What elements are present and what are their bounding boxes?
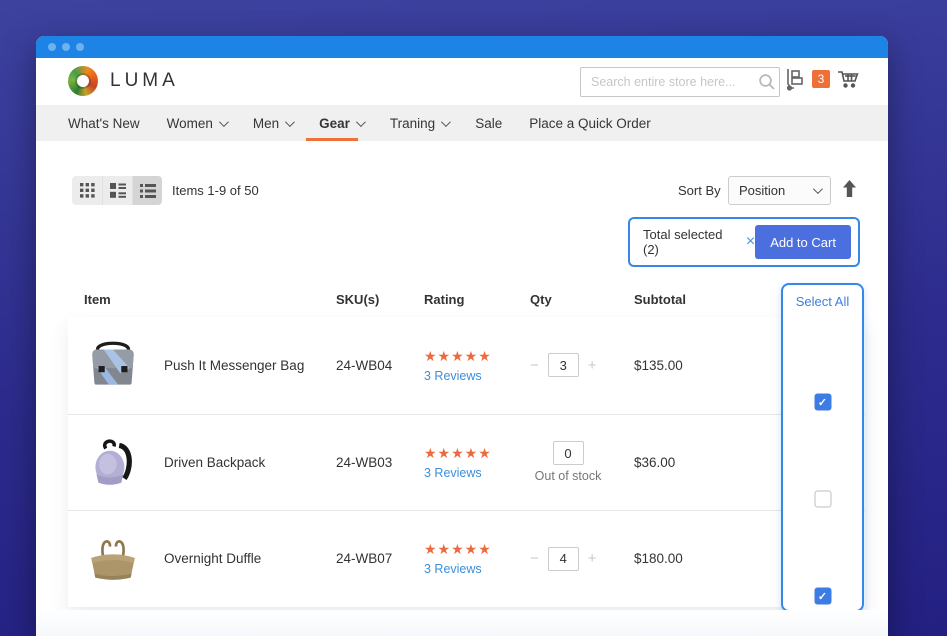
qty-input[interactable] [548, 353, 579, 377]
list-view-icon[interactable] [132, 176, 162, 205]
chevron-down-icon [219, 117, 229, 127]
nav-item-sale[interactable]: Sale [475, 116, 502, 131]
window-control-dot[interactable] [76, 43, 84, 51]
selection-bar: Total selected (2) × Add to Cart [628, 217, 860, 267]
reviews-link[interactable]: 3 Reviews [424, 562, 530, 576]
product-name[interactable]: Driven Backpack [164, 455, 336, 470]
star-rating-icon: ★★★★★ [424, 348, 492, 364]
sort-by-value: Position [739, 183, 785, 198]
chevron-down-icon [813, 184, 823, 194]
qty-stepper: Out of stock [530, 441, 634, 483]
product-name[interactable]: Overnight Duffle [164, 551, 336, 566]
clear-selection-icon[interactable]: × [746, 234, 755, 250]
subtotal-value: $135.00 [634, 358, 764, 373]
column-header-subtotal: Subtotal [634, 292, 764, 307]
row-checkbox[interactable] [814, 394, 831, 411]
grid-view-icon[interactable] [72, 176, 102, 205]
store-logo[interactable]: LUMA [68, 66, 179, 96]
sort-by-select[interactable]: Position [728, 176, 831, 205]
table-row: Driven Backpack 24-WB03 ★★★★★ 3 Reviews … [68, 414, 865, 511]
nav-item-men[interactable]: Men [253, 116, 292, 131]
subtotal-value: $180.00 [634, 551, 764, 566]
row-checkbox[interactable] [814, 588, 831, 605]
product-image-messenger-bag[interactable] [84, 336, 164, 394]
browser-window: LUMA 3 [36, 36, 888, 636]
main-navigation: What's New Women Men Gear Traning Sale P… [36, 105, 888, 141]
window-titlebar [36, 36, 888, 58]
column-header-qty: Qty [530, 292, 634, 307]
chevron-down-icon [356, 117, 366, 127]
listing-toolbar: Items 1-9 of 50 Sort By Position [36, 176, 888, 206]
table-row: Overnight Duffle 24-WB07 ★★★★★ 3 Reviews… [68, 510, 865, 607]
nav-item-traning[interactable]: Traning [390, 116, 448, 131]
logo-text: LUMA [110, 70, 179, 92]
nav-item-quick-order[interactable]: Place a Quick Order [529, 116, 651, 131]
product-image-duffle[interactable] [84, 530, 164, 588]
nav-item-whats-new[interactable]: What's New [68, 116, 140, 131]
table-header-row: Item SKU(s) Rating Qty Subtotal [68, 292, 865, 307]
product-sku: 24-WB07 [336, 551, 424, 566]
table-row: Push It Messenger Bag 24-WB04 ★★★★★ 3 Re… [68, 317, 865, 414]
product-table: Push It Messenger Bag 24-WB04 ★★★★★ 3 Re… [68, 317, 865, 607]
qty-stepper: − + [530, 353, 634, 377]
total-selected-label: Total selected (2) [643, 227, 741, 257]
product-rating: ★★★★★ 3 Reviews [424, 348, 530, 383]
qty-increment-button[interactable]: + [588, 550, 597, 567]
window-control-dot[interactable] [48, 43, 56, 51]
column-header-item: Item [84, 292, 164, 307]
site-header: LUMA 3 [36, 58, 888, 105]
qty-increment-button[interactable]: + [588, 357, 597, 374]
column-header-sku: SKU(s) [336, 292, 424, 307]
sort-direction-asc-icon[interactable] [842, 180, 857, 198]
luma-logo-icon [68, 66, 98, 96]
items-count: Items 1-9 of 50 [172, 183, 259, 198]
search-input[interactable] [581, 75, 758, 89]
cart-count-badge: 3 [812, 70, 830, 88]
page-bottom [36, 610, 888, 636]
reviews-link[interactable]: 3 Reviews [424, 369, 530, 383]
star-rating-icon: ★★★★★ [424, 541, 492, 557]
qty-input[interactable] [553, 441, 584, 465]
row-checkbox[interactable] [814, 491, 831, 508]
qty-stepper: − + [530, 547, 634, 571]
sort-by-label: Sort By [678, 183, 721, 198]
search-icon[interactable] [758, 73, 776, 91]
add-to-cart-button[interactable]: Add to Cart [755, 225, 851, 259]
window-control-dot[interactable] [62, 43, 70, 51]
view-mode-switcher [72, 176, 162, 205]
product-image-backpack[interactable] [84, 433, 164, 491]
chevron-down-icon [285, 117, 295, 127]
subtotal-value: $36.00 [634, 455, 764, 470]
column-header-rating: Rating [424, 292, 530, 307]
search-box [580, 67, 780, 97]
quick-order-icon[interactable] [784, 67, 806, 91]
active-tab-underline [306, 138, 358, 141]
reviews-link[interactable]: 3 Reviews [424, 466, 530, 480]
stock-status: Out of stock [535, 469, 602, 483]
product-sku: 24-WB03 [336, 455, 424, 470]
nav-item-women[interactable]: Women [167, 116, 226, 131]
grid-list-view-icon[interactable] [102, 176, 132, 205]
qty-decrement-button[interactable]: − [530, 550, 539, 567]
qty-decrement-button[interactable]: − [530, 357, 539, 374]
chevron-down-icon [441, 117, 451, 127]
qty-input[interactable] [548, 547, 579, 571]
product-sku: 24-WB04 [336, 358, 424, 373]
star-rating-icon: ★★★★★ [424, 445, 492, 461]
cart-icon[interactable] [836, 67, 860, 91]
product-rating: ★★★★★ 3 Reviews [424, 541, 530, 576]
nav-item-gear[interactable]: Gear [319, 116, 363, 131]
select-all-link[interactable]: Select All [783, 294, 862, 309]
product-name[interactable]: Push It Messenger Bag [164, 358, 336, 373]
select-all-column: Select All [781, 283, 864, 612]
product-rating: ★★★★★ 3 Reviews [424, 445, 530, 480]
